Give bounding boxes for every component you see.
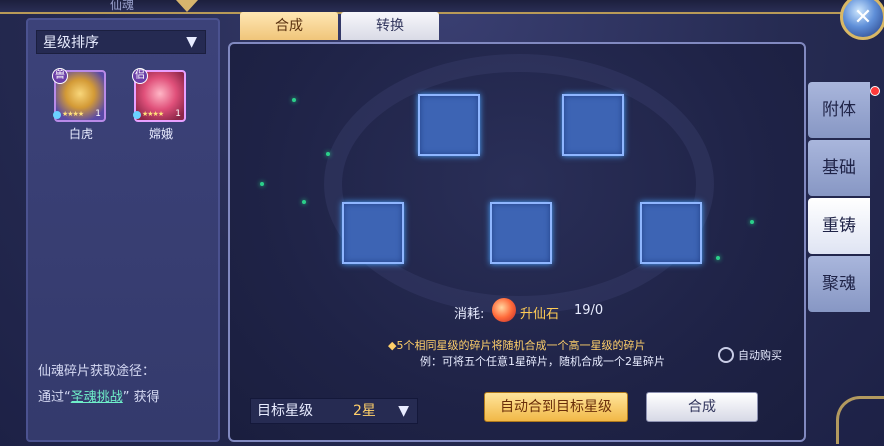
cost-item-name: 升仙石 xyxy=(520,307,560,322)
game-screen: 仙魂 ✕ 星级排序 ▼ 兽 ★★★★ 1 白虎 侣 ★★★★ 1 嫦娥 仙魂碎片… xyxy=(0,0,884,446)
chevron-down-icon: ▼ xyxy=(186,34,197,50)
tab-convert[interactable]: 转换 xyxy=(341,12,439,40)
close-icon: ✕ xyxy=(853,4,873,30)
cost-count: 19/0 xyxy=(574,303,604,318)
source-description: 通过“圣魂挑战” 获得 xyxy=(38,386,160,405)
cost-label: 消耗: xyxy=(454,307,485,322)
source-title: 仙魂碎片获取途径： xyxy=(38,364,156,379)
gem-icon xyxy=(133,111,141,119)
auto-buy-radio[interactable] xyxy=(718,347,734,363)
side-tab-recast[interactable]: 重铸 xyxy=(808,198,870,254)
hero-portrait: 侣 ★★★★ 1 xyxy=(132,68,186,122)
target-star-dropdown[interactable]: 目标星级 2星 ▼ xyxy=(250,398,418,424)
particle-sparkle xyxy=(750,220,754,224)
hero-level: 1 xyxy=(175,109,181,119)
side-tab-soul-gather[interactable]: 聚魂 xyxy=(808,256,870,312)
target-star-label: 目标星级 xyxy=(257,403,313,419)
auto-merge-button[interactable]: 自动合到目标星级 xyxy=(484,392,628,422)
target-star-value: 2星 xyxy=(353,403,376,419)
fragment-slot-4[interactable] xyxy=(490,202,552,264)
corner-ornament xyxy=(836,396,884,444)
tab-merge[interactable]: 合成 xyxy=(240,12,338,40)
hero-level: 1 xyxy=(95,109,101,119)
hero-card-baihu[interactable]: 兽 ★★★★ 1 白虎 xyxy=(52,68,108,142)
particle-sparkle xyxy=(716,256,720,260)
merge-example-tip: 例：可将五个任意1星碎片，随机合成一个2星碎片 xyxy=(420,355,665,368)
source-suffix: ” 获得 xyxy=(122,390,160,405)
sort-dropdown[interactable]: 星级排序 ▼ xyxy=(36,30,206,54)
hero-stars: ★★★★ xyxy=(62,110,84,118)
side-tab-possess[interactable]: 附体 xyxy=(808,82,870,138)
auto-buy-label: 自动购买 xyxy=(738,349,782,362)
background-ornament xyxy=(324,54,714,314)
source-link-challenge[interactable]: 圣魂挑战 xyxy=(71,390,123,405)
sort-dropdown-label: 星级排序 xyxy=(43,35,99,51)
notification-dot xyxy=(870,86,880,96)
hero-card-change[interactable]: 侣 ★★★★ 1 嫦娥 xyxy=(132,68,188,142)
gem-icon xyxy=(53,111,61,119)
auto-buy-toggle[interactable]: 自动购买 xyxy=(718,347,782,363)
ascension-stone-icon xyxy=(492,298,516,322)
particle-sparkle xyxy=(326,152,330,156)
hero-portrait: 兽 ★★★★ 1 xyxy=(52,68,106,122)
hero-type-badge: 侣 xyxy=(132,68,148,84)
particle-sparkle xyxy=(292,98,296,102)
fragment-slot-2[interactable] xyxy=(562,94,624,156)
merge-panel: 消耗: 升仙石 19/0 ◆5个相同星级的碎片将随机合成一个高一星级的碎片 例：… xyxy=(228,42,806,442)
source-prefix: 通过“ xyxy=(38,390,71,405)
fragment-slot-5[interactable] xyxy=(640,202,702,264)
hero-name: 嫦娥 xyxy=(148,127,173,141)
fragment-list-panel: 星级排序 ▼ 兽 ★★★★ 1 白虎 侣 ★★★★ 1 嫦娥 仙魂碎片获取途径：… xyxy=(26,18,220,442)
particle-sparkle xyxy=(260,182,264,186)
particle-sparkle xyxy=(302,200,306,204)
side-tab-basic[interactable]: 基础 xyxy=(808,140,870,196)
close-button[interactable]: ✕ xyxy=(840,0,884,40)
merge-rule-tip: ◆5个相同星级的碎片将随机合成一个高一星级的碎片 xyxy=(388,339,646,352)
chevron-down-icon: ▼ xyxy=(398,403,409,419)
hero-name: 白虎 xyxy=(68,127,93,141)
fragment-slot-1[interactable] xyxy=(418,94,480,156)
frame-gem-ornament xyxy=(176,0,198,12)
fragment-slot-3[interactable] xyxy=(342,202,404,264)
merge-button[interactable]: 合成 xyxy=(646,392,758,422)
hero-type-badge: 兽 xyxy=(52,68,68,84)
window-title: 仙魂 xyxy=(110,0,135,12)
hero-stars: ★★★★ xyxy=(142,110,164,118)
